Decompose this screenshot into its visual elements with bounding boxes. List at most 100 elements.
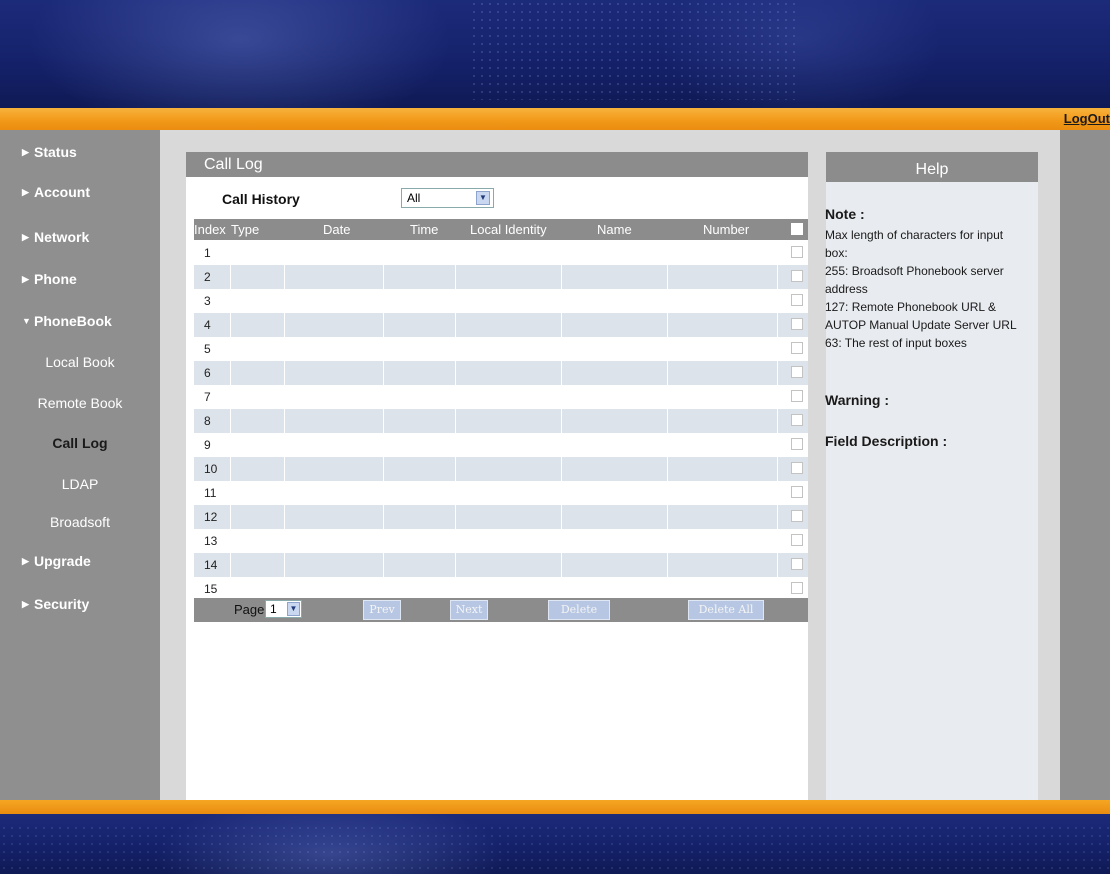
row-checkbox[interactable]	[791, 510, 803, 522]
note-line: Max length of characters for input	[825, 228, 1004, 242]
page-label: Page	[234, 602, 265, 617]
table-cell	[456, 361, 562, 385]
chevron-down-icon[interactable]: ▼	[476, 191, 490, 205]
table-row: 14	[194, 553, 808, 577]
row-checkbox[interactable]	[791, 246, 803, 258]
triangle-right-icon: ▶	[22, 599, 29, 609]
table-cell	[456, 265, 562, 289]
row-checkbox[interactable]	[791, 318, 803, 330]
sidebar-subitem-broadsoft[interactable]: Broadsoft	[0, 514, 160, 530]
sidebar-subitem-remote-book[interactable]: Remote Book	[0, 395, 160, 411]
row-checkbox[interactable]	[791, 366, 803, 378]
table-cell	[285, 553, 384, 577]
table-cell	[456, 289, 562, 313]
delete-all-button[interactable]: Delete All	[688, 600, 764, 620]
row-index: 13	[204, 534, 218, 548]
row-index: 12	[204, 510, 218, 524]
table-cell	[456, 385, 562, 409]
chevron-down-icon[interactable]: ▼	[287, 602, 300, 616]
table-cell	[285, 241, 384, 265]
table-cell	[456, 313, 562, 337]
sidebar-item-upgrade[interactable]: ▶ Upgrade	[22, 553, 91, 569]
note-line: 255: Broadsoft Phonebook server	[825, 264, 1004, 278]
right-margin	[1060, 130, 1110, 800]
table-cell	[231, 481, 285, 505]
table-cell	[231, 313, 285, 337]
select-all-checkbox[interactable]	[791, 223, 803, 235]
table-cell	[562, 361, 668, 385]
table-row: 9	[194, 433, 808, 457]
table-row: 10	[194, 457, 808, 481]
row-checkbox[interactable]	[791, 582, 803, 594]
row-checkbox[interactable]	[791, 558, 803, 570]
row-checkbox[interactable]	[791, 390, 803, 402]
table-row: 2	[194, 265, 808, 289]
table-cell	[456, 409, 562, 433]
table-cell	[194, 337, 231, 361]
page-select[interactable]: 1 ▼	[265, 600, 302, 618]
sidebar-item-network[interactable]: ▶ Network	[22, 229, 89, 245]
row-checkbox[interactable]	[791, 462, 803, 474]
call-history-filter-select[interactable]: All ▼	[401, 188, 494, 208]
row-checkbox[interactable]	[791, 438, 803, 450]
row-checkbox[interactable]	[791, 294, 803, 306]
sidebar-subitem-ldap[interactable]: LDAP	[0, 476, 160, 492]
table-cell	[194, 313, 231, 337]
table-row: 6	[194, 361, 808, 385]
table-cell	[562, 289, 668, 313]
row-index: 4	[204, 318, 211, 332]
triangle-right-icon: ▶	[22, 274, 29, 284]
triangle-down-icon: ▼	[22, 316, 31, 326]
table-cell	[456, 433, 562, 457]
table-cell	[384, 433, 456, 457]
next-button[interactable]: Next	[450, 600, 488, 620]
field-description-title: Field Description :	[825, 433, 948, 449]
help-panel	[826, 152, 1038, 800]
table-cell	[285, 313, 384, 337]
table-cell	[231, 265, 285, 289]
sidebar-item-phonebook[interactable]: ▼ PhoneBook	[22, 313, 112, 329]
row-index: 10	[204, 462, 218, 476]
row-index: 9	[204, 438, 211, 452]
sidebar-subitem-call-log[interactable]: Call Log	[0, 435, 160, 451]
row-checkbox[interactable]	[791, 486, 803, 498]
table-row: 5	[194, 337, 808, 361]
sidebar-item-security[interactable]: ▶ Security	[22, 596, 89, 612]
column-header-type: Type	[231, 222, 260, 237]
table-cell	[668, 409, 778, 433]
sidebar-subitem-local-book[interactable]: Local Book	[0, 354, 160, 370]
table-cell	[384, 337, 456, 361]
table-cell	[384, 385, 456, 409]
table-cell	[562, 433, 668, 457]
table-cell	[668, 529, 778, 553]
sidebar: ▶ Status ▶ Account ▶ Network ▶ Phone ▼ PhoneB…	[0, 130, 160, 800]
row-checkbox[interactable]	[791, 342, 803, 354]
sidebar-item-status[interactable]: ▶ Status	[22, 144, 77, 160]
logout-link[interactable]: LogOut	[1064, 111, 1110, 126]
table-cell	[668, 289, 778, 313]
sidebar-item-phone[interactable]: ▶ Phone	[22, 271, 77, 287]
table-cell	[668, 241, 778, 265]
note-title: Note :	[825, 206, 865, 222]
table-cell	[562, 553, 668, 577]
table-cell	[285, 433, 384, 457]
table-cell	[384, 529, 456, 553]
page-value: 1	[270, 602, 277, 616]
table-cell	[231, 241, 285, 265]
filter-value: All	[407, 191, 421, 205]
table-cell	[456, 457, 562, 481]
row-checkbox[interactable]	[791, 270, 803, 282]
delete-button[interactable]: Delete	[548, 600, 610, 620]
row-checkbox[interactable]	[791, 534, 803, 546]
pager-bar: Page 1 ▼ Prev Next Delete Delete All	[194, 598, 808, 622]
sidebar-item-account[interactable]: ▶ Account	[22, 184, 90, 200]
column-header-local-identity: Local Identity	[470, 222, 547, 237]
table-cell	[194, 361, 231, 385]
call-log-header: Call Log	[186, 152, 808, 177]
prev-button[interactable]: Prev	[363, 600, 401, 620]
table-cell	[285, 385, 384, 409]
table-cell	[231, 553, 285, 577]
row-index: 5	[204, 342, 211, 356]
row-checkbox[interactable]	[791, 414, 803, 426]
triangle-right-icon: ▶	[22, 556, 29, 566]
